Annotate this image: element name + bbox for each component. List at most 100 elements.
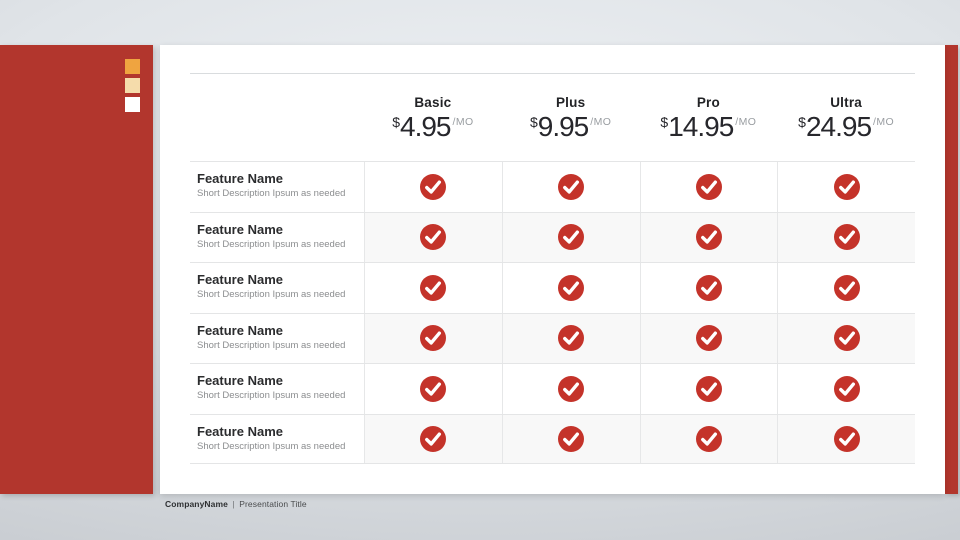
plan-name: Ultra (777, 95, 915, 110)
check-icon (834, 376, 860, 402)
price-currency: $ (530, 114, 538, 130)
check-cell (640, 415, 778, 464)
check-icon (696, 426, 722, 452)
check-icon (558, 325, 584, 351)
price-period: /MO (453, 116, 474, 128)
check-icon (420, 376, 446, 402)
feature-name: Feature Name (197, 424, 360, 440)
feature-description: Short Description Ipsum as needed (197, 390, 360, 402)
header-spacer-cell (190, 74, 364, 161)
feature-name: Feature Name (197, 171, 360, 187)
feature-label-cell: Feature Name Short Description Ipsum as … (190, 263, 364, 313)
check-cell (640, 314, 778, 364)
feature-row: Feature Name Short Description Ipsum as … (190, 414, 915, 465)
check-cell (777, 162, 915, 212)
check-icon (420, 174, 446, 200)
price-period: /MO (735, 116, 756, 128)
check-icon (696, 224, 722, 250)
price-currency: $ (660, 114, 668, 130)
check-cell (364, 213, 502, 263)
check-cell (777, 364, 915, 414)
check-icon (558, 275, 584, 301)
check-icon (834, 224, 860, 250)
price-amount: 9.95 (538, 111, 589, 142)
check-icon (834, 275, 860, 301)
check-cell (502, 314, 640, 364)
price-currency: $ (798, 114, 806, 130)
plan-name: Plus (502, 95, 640, 110)
feature-name: Feature Name (197, 373, 360, 389)
feature-name: Feature Name (197, 222, 360, 238)
feature-description: Short Description Ipsum as needed (197, 289, 360, 301)
plan-header-plus: Plus $9.95/MO (502, 74, 640, 161)
check-icon (696, 376, 722, 402)
plan-header-pro: Pro $14.95/MO (640, 74, 778, 161)
feature-row: Feature Name Short Description Ipsum as … (190, 363, 915, 414)
check-icon (558, 174, 584, 200)
check-cell (777, 314, 915, 364)
check-icon (420, 275, 446, 301)
check-icon (558, 224, 584, 250)
check-cell (502, 415, 640, 464)
check-cell (640, 213, 778, 263)
feature-description: Short Description Ipsum as needed (197, 340, 360, 352)
check-cell (777, 213, 915, 263)
check-icon (696, 174, 722, 200)
price-period: /MO (590, 116, 611, 128)
accent-square-white (125, 97, 140, 112)
plan-price: $24.95/MO (777, 111, 915, 143)
check-icon (420, 325, 446, 351)
accent-square-tan (125, 78, 140, 93)
feature-description: Short Description Ipsum as needed (197, 239, 360, 251)
footer-company-name: CompanyName (165, 499, 228, 509)
slide-footer: CompanyName | Presentation Title (165, 499, 307, 509)
check-cell (364, 162, 502, 212)
check-cell (640, 364, 778, 414)
check-icon (696, 325, 722, 351)
price-period: /MO (873, 116, 894, 128)
feature-row: Feature Name Short Description Ipsum as … (190, 161, 915, 212)
slide-content-panel: Basic $4.95/MO Plus $9.95/MO Pro $14.95/… (160, 45, 945, 494)
check-cell (364, 263, 502, 313)
feature-row: Feature Name Short Description Ipsum as … (190, 212, 915, 263)
plan-header-ultra: Ultra $24.95/MO (777, 74, 915, 161)
check-cell (364, 364, 502, 414)
left-accent-bar (0, 45, 153, 494)
pricing-table-header: Basic $4.95/MO Plus $9.95/MO Pro $14.95/… (190, 73, 915, 161)
check-icon (696, 275, 722, 301)
plan-price: $4.95/MO (364, 111, 502, 143)
feature-name: Feature Name (197, 323, 360, 339)
check-icon (420, 224, 446, 250)
feature-label-cell: Feature Name Short Description Ipsum as … (190, 213, 364, 263)
footer-presentation-title: Presentation Title (239, 499, 306, 509)
feature-description: Short Description Ipsum as needed (197, 441, 360, 453)
feature-row: Feature Name Short Description Ipsum as … (190, 313, 915, 364)
check-cell (364, 314, 502, 364)
check-icon (834, 426, 860, 452)
feature-name: Feature Name (197, 272, 360, 288)
feature-label-cell: Feature Name Short Description Ipsum as … (190, 364, 364, 414)
plan-name: Pro (640, 95, 778, 110)
footer-separator: | (232, 499, 234, 509)
plan-name: Basic (364, 95, 502, 110)
check-cell (502, 213, 640, 263)
right-accent-bar (945, 45, 958, 494)
check-cell (640, 162, 778, 212)
price-amount: 4.95 (400, 111, 451, 142)
feature-row: Feature Name Short Description Ipsum as … (190, 262, 915, 313)
feature-label-cell: Feature Name Short Description Ipsum as … (190, 415, 364, 464)
pricing-table: Basic $4.95/MO Plus $9.95/MO Pro $14.95/… (190, 73, 915, 464)
feature-label-cell: Feature Name Short Description Ipsum as … (190, 162, 364, 212)
plan-price: $9.95/MO (502, 111, 640, 143)
price-currency: $ (392, 114, 400, 130)
accent-squares (125, 59, 140, 112)
accent-square-orange (125, 59, 140, 74)
check-cell (502, 162, 640, 212)
check-cell (502, 364, 640, 414)
check-icon (834, 174, 860, 200)
check-icon (558, 376, 584, 402)
check-cell (640, 263, 778, 313)
check-cell (364, 415, 502, 464)
check-cell (777, 263, 915, 313)
price-amount: 14.95 (668, 111, 733, 142)
